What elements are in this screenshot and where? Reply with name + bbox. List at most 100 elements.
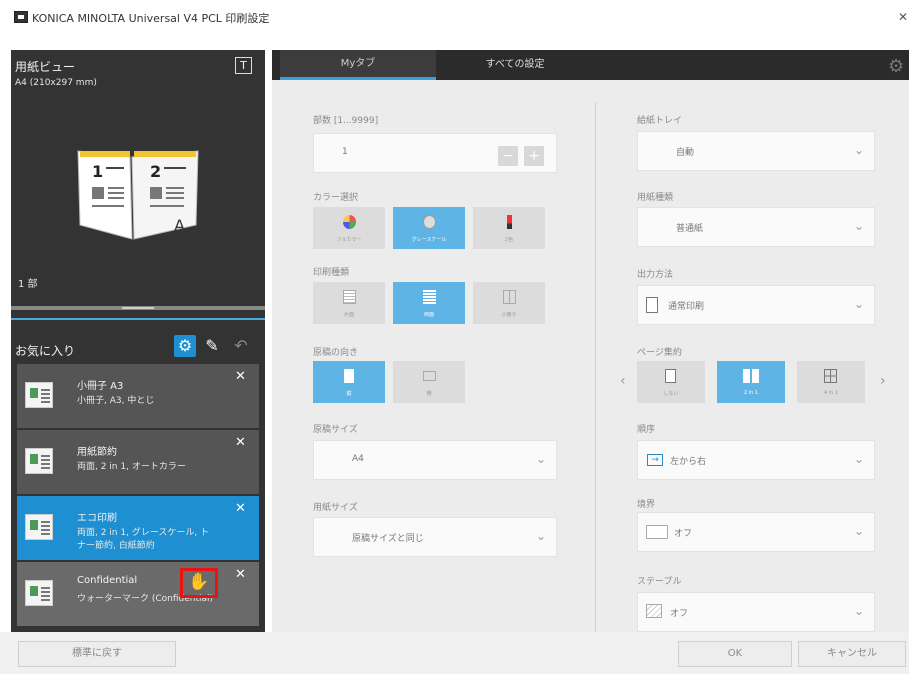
output-method-select[interactable]: 通常印刷 ⌄ [637, 285, 875, 325]
print-type-option-label: 両面 [423, 312, 434, 318]
document-icon [646, 297, 658, 313]
staple-select[interactable]: オフ ⌄ [637, 592, 875, 632]
favorite-item[interactable]: エコ印刷 両面, 2 in 1, グレースケール, ト ナー節約, 白紙節約 ✕ [17, 496, 259, 560]
color-option-label: グレースケール [411, 237, 447, 243]
close-icon[interactable]: ✕ [898, 10, 908, 24]
copies-label: 部数 [1...9999] [313, 116, 379, 126]
orientation-option-label: 横 [426, 391, 432, 397]
close-icon[interactable]: ✕ [235, 501, 246, 516]
original-size-value: A4 [352, 454, 364, 464]
eco-print-thumbnail-icon [25, 514, 53, 540]
color-option-label: フルカラー [336, 237, 362, 243]
combine-option-label: しない [663, 391, 679, 397]
tab-all-settings[interactable]: すべての設定 [470, 50, 560, 80]
window-title: KONICA MINOLTA Universal V4 PCL 印刷設定 [32, 12, 270, 25]
favorite-name: 用紙節約 [77, 447, 117, 458]
chevron-down-icon: ⌄ [853, 604, 864, 618]
color-option-fullcolor[interactable]: フルカラー [313, 207, 385, 249]
combine-label: ページ集約 [637, 348, 682, 358]
close-icon[interactable]: ✕ [235, 369, 246, 384]
cancel-button[interactable]: キャンセル [798, 641, 906, 667]
color-option-grayscale[interactable]: グレースケール [393, 207, 465, 249]
favorite-item[interactable]: 用紙節約 両面, 2 in 1, オートカラー ✕ [17, 430, 259, 494]
color-option-2color[interactable]: 2色 [473, 207, 545, 249]
staple-value: オフ [670, 609, 689, 619]
arrow-right-icon: → [647, 454, 663, 466]
booklet-thumbnail-icon [25, 382, 53, 408]
tray-select[interactable]: 自動 ⌄ [637, 131, 875, 171]
drag-hand-icon[interactable]: ✋ [188, 572, 209, 592]
paper-type-label: 用紙種類 [637, 193, 674, 203]
portrait-icon [344, 369, 354, 383]
orientation-label: 原稿の向き [313, 348, 359, 358]
copies-decrement-button[interactable]: − [498, 146, 518, 166]
landscape-icon [423, 371, 436, 381]
pencil-icon[interactable]: ✎ [202, 336, 222, 356]
favorite-item[interactable]: 小冊子 A3 小冊子, A3, 中とじ ✕ [17, 364, 259, 428]
preview-title: 用紙ビュー [15, 60, 76, 74]
combine-option-2in1[interactable]: 2 in 1 [717, 361, 785, 403]
favorite-name: エコ印刷 [77, 513, 117, 524]
undo-icon[interactable]: ↶ [230, 336, 252, 356]
printer-app-icon [14, 11, 28, 23]
print-type-option-label: 小冊子 [501, 312, 517, 318]
orientation-portrait[interactable]: 縦 [313, 361, 385, 403]
paper-size-label: 用紙サイズ [313, 503, 358, 513]
print-type-booklet[interactable]: 小冊子 [473, 282, 545, 324]
settings-gear-icon[interactable]: ⚙ [888, 56, 904, 77]
border-select[interactable]: オフ ⌄ [637, 512, 875, 552]
border-off-icon [646, 525, 668, 539]
chevron-down-icon: ⌄ [535, 452, 546, 466]
original-size-select[interactable]: A4 ⌄ [313, 440, 557, 480]
svg-text:A: A [174, 216, 185, 235]
text-view-icon[interactable]: T [235, 57, 252, 74]
print-type-simplex[interactable]: 片面 [313, 282, 385, 324]
gear-icon[interactable]: ⚙ [174, 335, 196, 357]
combine-option-label: 2 in 1 [743, 390, 759, 396]
reset-defaults-button[interactable]: 標準に戻す [18, 641, 176, 667]
orientation-landscape[interactable]: 横 [393, 361, 465, 403]
favorite-desc: 両面, 2 in 1, オートカラー [77, 462, 186, 472]
chevron-left-icon[interactable]: ‹ [620, 373, 626, 389]
chevron-right-icon[interactable]: › [880, 373, 886, 389]
splitter-handle[interactable] [122, 307, 154, 309]
tray-value: 自動 [676, 148, 695, 158]
booklet-icon [503, 290, 516, 304]
tab-my[interactable]: Myタブ [280, 50, 436, 80]
order-select[interactable]: → 左から右 ⌄ [637, 440, 875, 480]
copies-field[interactable]: 1 [313, 133, 557, 173]
paper-size-select[interactable]: 原稿サイズと同じ ⌄ [313, 517, 557, 557]
favorite-name: 小冊子 A3 [77, 381, 124, 392]
orientation-option-label: 縦 [346, 391, 352, 397]
favorite-desc: 小冊子, A3, 中とじ [77, 396, 155, 406]
single-page-icon [665, 369, 676, 383]
favorite-item[interactable]: Confidential ウォーターマーク (Confidential) ✕ [17, 562, 259, 626]
copies-increment-button[interactable]: + [524, 146, 544, 166]
order-label: 順序 [637, 425, 656, 435]
paper-type-value: 普通紙 [676, 224, 704, 234]
staple-label: ステープル [637, 577, 682, 587]
close-icon[interactable]: ✕ [235, 435, 246, 450]
chevron-down-icon: ⌄ [853, 219, 864, 233]
combine-option-4in1[interactable]: 4 in 1 [797, 361, 865, 403]
paper-saving-thumbnail-icon [25, 448, 53, 474]
two-in-one-icon [743, 369, 759, 383]
favorites-title: お気に入り [15, 344, 76, 358]
paper-type-select[interactable]: 普通紙 ⌄ [637, 207, 875, 247]
ok-button[interactable]: OK [678, 641, 792, 667]
svg-text:2: 2 [150, 162, 161, 181]
original-size-label: 原稿サイズ [313, 425, 358, 435]
booklet-preview-image: 1 2 A [77, 150, 199, 240]
favorite-name: Confidential [77, 575, 138, 586]
close-icon[interactable]: ✕ [235, 567, 246, 582]
combine-option-none[interactable]: しない [637, 361, 705, 403]
full-color-icon [343, 215, 356, 229]
chevron-down-icon: ⌄ [853, 297, 864, 311]
print-type-duplex[interactable]: 両面 [393, 282, 465, 324]
color-option-label: 2色 [504, 237, 514, 243]
order-value: 左から右 [670, 457, 707, 467]
chevron-down-icon: ⌄ [853, 452, 864, 466]
favorite-desc: 両面, 2 in 1, グレースケール, ト ナー節約, 白紙節約 [77, 528, 210, 551]
svg-text:1: 1 [92, 162, 103, 181]
color-label: カラー選択 [313, 193, 359, 203]
